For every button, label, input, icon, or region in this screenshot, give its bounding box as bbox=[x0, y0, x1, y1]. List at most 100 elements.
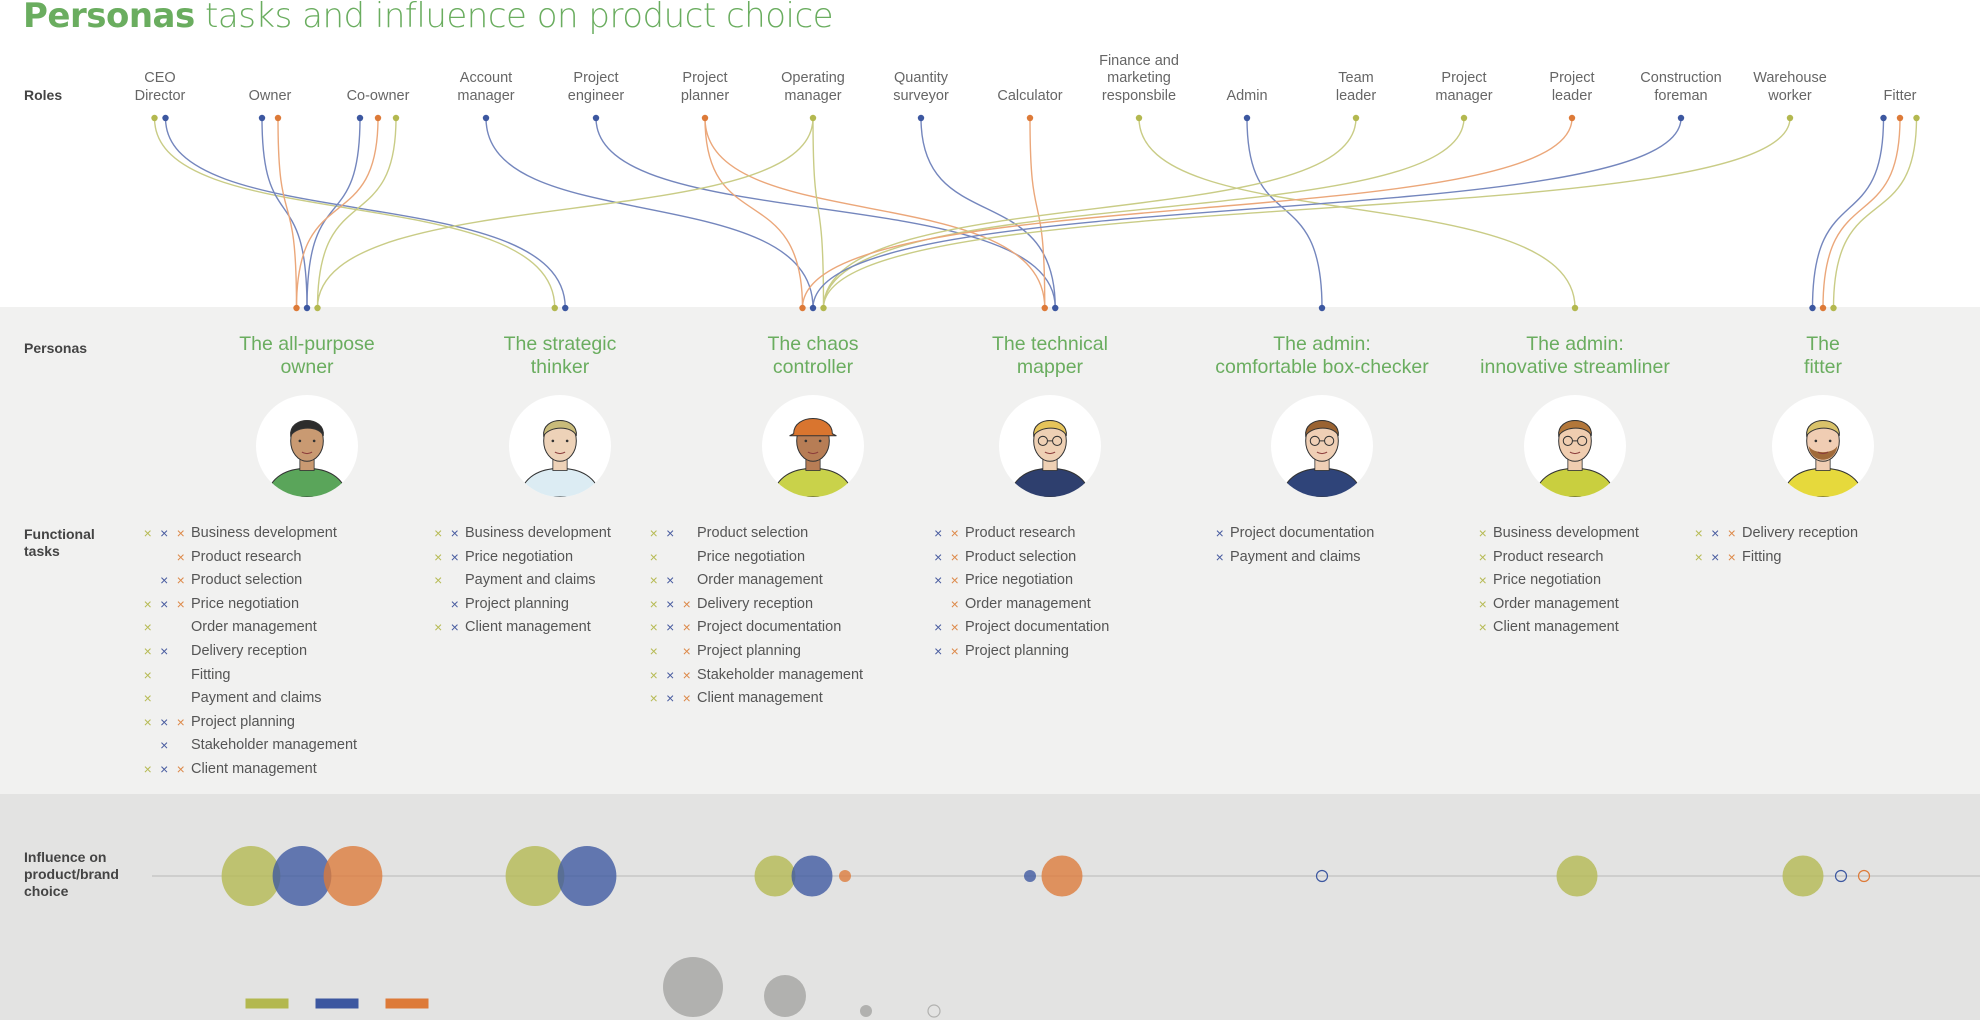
influence-bubble-green bbox=[221, 846, 281, 906]
influence-bubble-orange bbox=[1041, 855, 1083, 897]
influence-bubble-orange bbox=[323, 846, 383, 906]
empty-mark bbox=[679, 569, 696, 593]
green-cross-icon: × bbox=[143, 525, 152, 541]
legend-size-large bbox=[663, 957, 723, 1017]
task-marks: × bbox=[430, 593, 463, 617]
task-marks: × × × bbox=[1691, 522, 1741, 546]
task-marks: × bbox=[1212, 522, 1229, 546]
persona-anchor-dot bbox=[1819, 304, 1827, 312]
task-item: × × × Fitting bbox=[1691, 546, 1859, 570]
orange-cross-icon: × bbox=[1727, 548, 1736, 565]
green-cross-icon: × bbox=[143, 690, 152, 707]
blue-cross-icon: × bbox=[666, 666, 675, 683]
task-marks: × × × bbox=[140, 758, 190, 782]
task-label: Order management bbox=[191, 619, 317, 636]
blue-cross-icon: × bbox=[160, 760, 169, 777]
influence-bubble-orange bbox=[839, 870, 851, 882]
empty-mark bbox=[156, 546, 173, 570]
green-cross-icon: × bbox=[649, 548, 658, 565]
legend-swatch-blue bbox=[315, 998, 359, 1009]
persona-anchor-dot bbox=[303, 304, 311, 312]
task-item: × Payment and claims bbox=[430, 569, 611, 593]
task-marks: × × bbox=[930, 569, 963, 593]
task-label: Product selection bbox=[191, 572, 303, 589]
link-line bbox=[822, 117, 1357, 309]
persona-anchor-dot bbox=[562, 304, 569, 312]
task-marks: × × × bbox=[646, 664, 696, 688]
green-cross-icon: × bbox=[649, 572, 658, 589]
empty-mark bbox=[930, 593, 947, 617]
green-cross-icon: × bbox=[143, 713, 152, 730]
orange-cross-icon: × bbox=[950, 619, 959, 636]
task-label: Product research bbox=[1493, 548, 1604, 565]
task-marks: × × × bbox=[646, 687, 696, 711]
influence-bubble-blue bbox=[791, 855, 833, 897]
link-line bbox=[704, 117, 804, 309]
persona-avatar bbox=[762, 395, 864, 497]
orange-cross-icon: × bbox=[950, 548, 959, 565]
task-item: × × Product selection bbox=[646, 522, 864, 546]
persona-name: The all-purpose owner bbox=[239, 333, 375, 378]
task-item: × × × Business development bbox=[140, 522, 358, 546]
task-item: × Price negotiation bbox=[1475, 569, 1639, 593]
empty-mark bbox=[679, 546, 696, 570]
task-item: × × × Project planning bbox=[140, 711, 358, 735]
empty-mark bbox=[662, 640, 679, 664]
blue-cross-icon: × bbox=[450, 595, 459, 612]
task-marks: × × bbox=[930, 616, 963, 640]
task-marks: × bbox=[140, 546, 190, 570]
task-item: × × Business development bbox=[430, 522, 611, 546]
task-label: Order management bbox=[1493, 595, 1619, 612]
task-marks: × bbox=[1475, 616, 1492, 640]
task-label: Stakeholder management bbox=[697, 666, 864, 683]
task-label: Payment and claims bbox=[1230, 548, 1361, 565]
task-item: × × Project planning bbox=[646, 640, 864, 664]
blue-cross-icon: × bbox=[666, 572, 675, 589]
task-label: Delivery reception bbox=[1742, 525, 1859, 541]
blue-cross-icon: × bbox=[934, 548, 943, 565]
task-list: × Project documentation × Payment and claim… bbox=[1212, 522, 1375, 569]
task-item: × Price negotiation bbox=[646, 546, 864, 570]
task-item: × × Product research bbox=[930, 522, 1109, 546]
task-item: × × × Price negotiation bbox=[140, 593, 358, 617]
influence-bubble-blue bbox=[1024, 870, 1036, 882]
task-item: × × Price negotiation bbox=[930, 569, 1109, 593]
task-label: Price negotiation bbox=[697, 548, 806, 565]
blue-cross-icon: × bbox=[160, 642, 169, 659]
empty-mark bbox=[173, 640, 190, 664]
task-marks: × bbox=[1212, 546, 1229, 570]
task-marks: × × × bbox=[140, 522, 190, 546]
orange-cross-icon: × bbox=[950, 572, 959, 589]
persona-avatar bbox=[1524, 395, 1626, 497]
link-line bbox=[1832, 117, 1918, 309]
task-item: × Product research bbox=[1475, 546, 1639, 570]
task-label: Price negotiation bbox=[191, 595, 300, 612]
task-list: × × × Delivery reception × × × Fitting bbox=[1691, 522, 1859, 570]
task-item: × Order management bbox=[140, 616, 358, 640]
task-item: × × × Project documentation bbox=[646, 616, 864, 640]
blue-cross-icon: × bbox=[934, 525, 943, 541]
task-list: × × Business development × × Price negotiatio… bbox=[430, 522, 611, 640]
orange-cross-icon: × bbox=[950, 642, 959, 659]
task-marks: × × bbox=[430, 546, 463, 570]
task-marks: × × × bbox=[646, 616, 696, 640]
orange-cross-icon: × bbox=[682, 666, 691, 683]
persona-avatar bbox=[1271, 395, 1373, 497]
task-marks: × × × bbox=[140, 711, 190, 735]
orange-cross-icon: × bbox=[176, 595, 185, 612]
role-dot bbox=[482, 114, 490, 122]
task-label: Price negotiation bbox=[1493, 572, 1602, 589]
empty-mark bbox=[156, 664, 173, 688]
persona-anchor-dot bbox=[1318, 304, 1326, 312]
link-line bbox=[1811, 117, 1885, 309]
blue-cross-icon: × bbox=[160, 737, 169, 754]
task-item: × × Order management bbox=[646, 569, 864, 593]
green-cross-icon: × bbox=[143, 595, 152, 612]
empty-mark bbox=[679, 522, 696, 546]
persona-name: The technical mapper bbox=[992, 333, 1108, 378]
role-dot bbox=[592, 114, 600, 122]
blue-cross-icon: × bbox=[1215, 525, 1224, 541]
task-item: × × Project planning bbox=[930, 640, 1109, 664]
persona-anchor-dot bbox=[1809, 304, 1816, 312]
task-item: × × Product selection bbox=[930, 546, 1109, 570]
